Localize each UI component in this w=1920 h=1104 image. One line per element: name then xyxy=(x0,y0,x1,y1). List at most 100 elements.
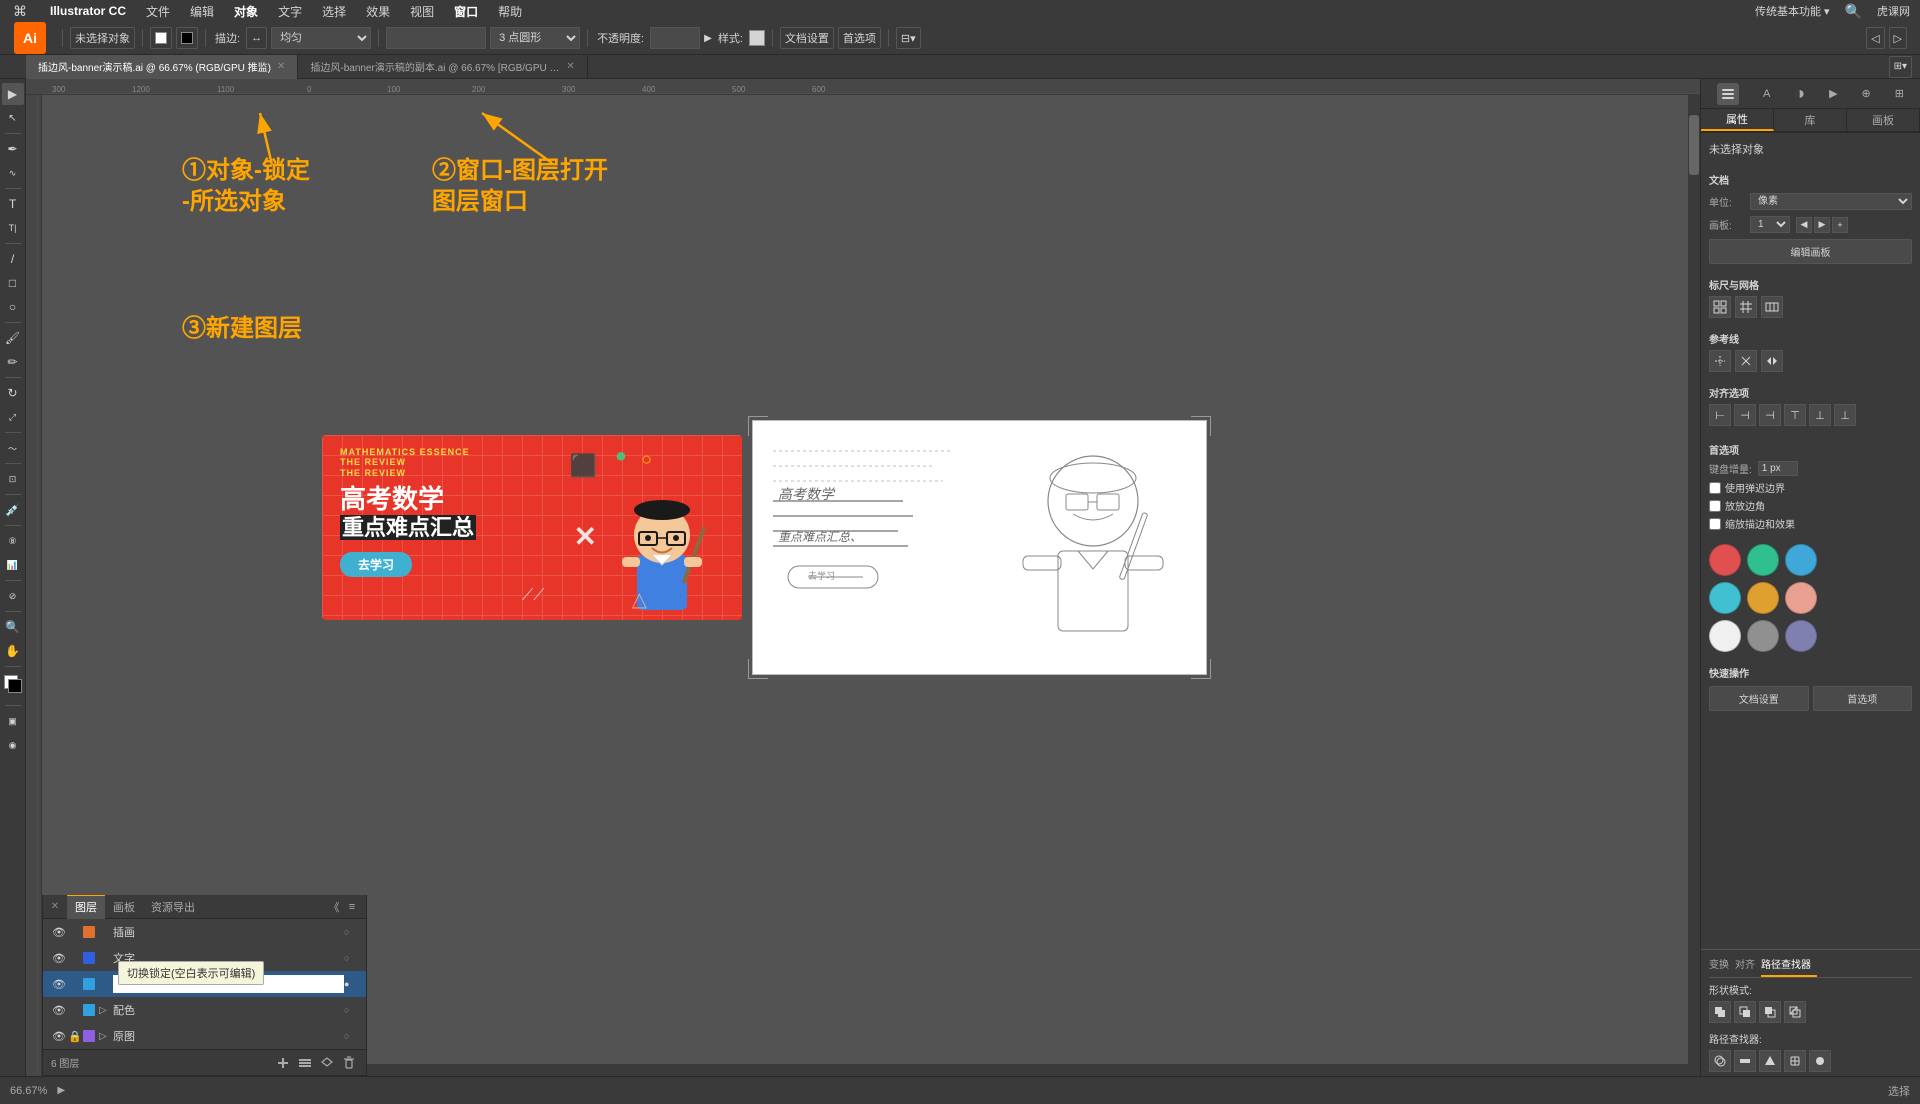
panel-collapse-btn[interactable]: 《 xyxy=(326,899,342,915)
align-center-v-btn[interactable]: ⊥ xyxy=(1809,404,1831,426)
canvas-area[interactable]: 300 1200 1100 0 100 200 300 400 500 600 xyxy=(26,79,1700,1076)
warp-tool[interactable]: 〜 xyxy=(2,437,24,459)
layer-row-palette[interactable]: 👁 🔒 ▷ 配色 ○ xyxy=(43,997,366,1023)
arrange-btn[interactable]: ⊟▾ xyxy=(896,27,921,49)
panel-tab-export[interactable]: 资源导出 xyxy=(143,895,203,919)
layer-lock-editing[interactable]: 🔒 xyxy=(67,979,83,990)
expand-right-btn[interactable]: ▷ xyxy=(1889,27,1907,49)
pathfinder-2[interactable] xyxy=(1734,1050,1756,1072)
quick-doc-settings-btn[interactable]: 文档设置 xyxy=(1709,686,1809,711)
align-center-h-btn[interactable]: ⊣ xyxy=(1734,404,1756,426)
layer-eye-text[interactable]: 👁 xyxy=(51,952,67,965)
layer-lock-palette[interactable]: 🔒 xyxy=(67,1005,83,1016)
panel-menu-btn[interactable]: ≡ xyxy=(344,899,360,915)
vertical-type-tool[interactable]: T| xyxy=(2,217,24,239)
brush-select[interactable]: 3 点圆形 xyxy=(490,27,580,49)
stroke-color[interactable] xyxy=(176,27,198,49)
rotate-tool[interactable]: ↻ xyxy=(2,382,24,404)
delete-layer-btn[interactable] xyxy=(340,1054,358,1072)
merge-layer-btn[interactable] xyxy=(318,1054,336,1072)
banner-button[interactable]: 去学习 xyxy=(340,552,412,577)
type-tool[interactable]: T xyxy=(2,193,24,215)
layer-lock-illustration[interactable]: 🔒 xyxy=(67,927,83,938)
keyboard-increment-input[interactable] xyxy=(1758,461,1798,476)
layer-eye-illustration[interactable]: 👁 xyxy=(51,926,67,939)
menu-help[interactable]: 帮助 xyxy=(488,3,532,20)
menu-view[interactable]: 视图 xyxy=(400,3,444,20)
pathfinder-3[interactable] xyxy=(1759,1050,1781,1072)
doc-settings-btn[interactable]: 文档设置 xyxy=(780,27,834,49)
menu-object[interactable]: 对象 xyxy=(224,3,268,20)
right-panel-layers-icon[interactable] xyxy=(1717,83,1739,105)
quick-prefs-btn[interactable]: 首选项 xyxy=(1813,686,1913,711)
layer-lock-text[interactable]: 🔒 xyxy=(67,953,83,964)
collapse-right-btn[interactable]: ◁ xyxy=(1866,27,1884,49)
shape-mode-3[interactable] xyxy=(1759,1001,1781,1023)
guide-btn-1[interactable] xyxy=(1709,350,1731,372)
pathfinder-1[interactable] xyxy=(1709,1050,1731,1072)
canvas-scroll-thumb-v[interactable] xyxy=(1689,115,1699,175)
swatch-green[interactable] xyxy=(1747,544,1779,576)
menu-file[interactable]: 文件 xyxy=(136,3,180,20)
ellipse-tool[interactable]: ○ xyxy=(2,296,24,318)
board-next-btn[interactable]: ▶ xyxy=(1814,217,1830,233)
paintbrush-tool[interactable]: 🖌 xyxy=(2,327,24,349)
bottom-tab-transform[interactable]: 变换 xyxy=(1709,954,1735,977)
pen-tool[interactable]: ✒ xyxy=(2,138,24,160)
grid-btn-2[interactable] xyxy=(1735,296,1757,318)
page-nav-icon[interactable]: ▶ xyxy=(57,1085,65,1096)
new-layer-btn[interactable] xyxy=(274,1054,292,1072)
curvature-tool[interactable]: ∿ xyxy=(2,162,24,184)
menu-app-name[interactable]: Illustrator CC xyxy=(40,4,136,18)
style-swatch[interactable] xyxy=(749,30,765,46)
bottom-tab-pathfinder[interactable]: 路径查找器 xyxy=(1761,954,1817,977)
right-tab-artboard[interactable]: 画板 xyxy=(1847,109,1920,131)
effect-checkbox[interactable] xyxy=(1709,518,1721,530)
fill-color[interactable] xyxy=(150,27,172,49)
menu-effects[interactable]: 效果 xyxy=(356,3,400,20)
layer-eye-editing[interactable]: 👁 xyxy=(51,978,67,991)
right-panel-graphic-styles-icon[interactable]: ⊞ xyxy=(1895,87,1904,100)
menu-select[interactable]: 选择 xyxy=(312,3,356,20)
swatch-purple[interactable] xyxy=(1785,620,1817,652)
layer-row-illustration[interactable]: 👁 🔒 插画 ○ xyxy=(43,919,366,945)
pathfinder-4[interactable] xyxy=(1784,1050,1806,1072)
zoom-level[interactable]: 66.67% xyxy=(10,1085,47,1097)
align-left-btn[interactable]: ⊢ xyxy=(1709,404,1731,426)
swatch-blue[interactable] xyxy=(1785,544,1817,576)
tab-inactive-close[interactable]: ✕ xyxy=(566,61,574,72)
menu-window[interactable]: 窗口 xyxy=(444,3,488,20)
right-panel-actions-icon[interactable]: ▶ xyxy=(1829,87,1837,100)
move-layer-btn[interactable] xyxy=(296,1054,314,1072)
blend-tool[interactable]: ⑧ xyxy=(2,530,24,552)
hand-tool[interactable]: ✋ xyxy=(2,640,24,662)
swatch-gray[interactable] xyxy=(1747,620,1779,652)
preferences-btn[interactable]: 首选项 xyxy=(838,27,881,49)
layer-target-original[interactable]: ○ xyxy=(344,1031,358,1041)
direct-selection-tool[interactable]: ↖ xyxy=(2,107,24,129)
opacity-input[interactable]: 100% xyxy=(650,27,700,49)
right-tab-library[interactable]: 库 xyxy=(1774,109,1847,131)
corner-checkbox[interactable] xyxy=(1709,500,1721,512)
slice-tool[interactable]: ⊘ xyxy=(2,585,24,607)
free-transform-tool[interactable]: ⊡ xyxy=(2,468,24,490)
bottom-tab-align[interactable]: 对齐 xyxy=(1735,954,1761,977)
workspace-selector[interactable]: 传统基本功能 ▾ xyxy=(1755,3,1830,19)
grid-btn-1[interactable] xyxy=(1709,296,1731,318)
layer-expand-palette[interactable]: ▷ xyxy=(99,1005,113,1016)
right-panel-brush-icon[interactable]: ◑ xyxy=(1794,83,1805,104)
swatch-white[interactable] xyxy=(1709,620,1741,652)
board-select[interactable]: 1 xyxy=(1750,216,1790,233)
shape-mode-4[interactable] xyxy=(1784,1001,1806,1023)
tab-active-close[interactable]: ✕ xyxy=(277,61,285,72)
shape-mode-2[interactable] xyxy=(1734,1001,1756,1023)
swatch-orange[interactable] xyxy=(1747,582,1779,614)
snap-checkbox[interactable] xyxy=(1709,482,1721,494)
layer-expand-original[interactable]: ▷ xyxy=(99,1031,113,1042)
zoom-tool[interactable]: 🔍 xyxy=(2,616,24,638)
scale-tool[interactable]: ⤢ xyxy=(2,406,24,428)
guide-btn-2[interactable] xyxy=(1735,350,1757,372)
layer-eye-original[interactable]: 👁 xyxy=(51,1030,67,1043)
right-panel-symbol-icon[interactable]: ⊕ xyxy=(1862,87,1871,100)
layer-target-editing[interactable]: ● xyxy=(344,979,358,989)
